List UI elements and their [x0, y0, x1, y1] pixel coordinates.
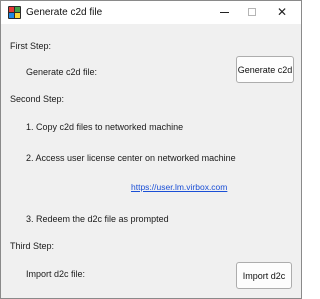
maximize-icon: [248, 8, 256, 16]
close-icon: ✕: [277, 5, 288, 19]
step-item-access: 2. Access user license center on network…: [26, 153, 236, 163]
generate-c2d-label: Generate c2d file:: [26, 67, 98, 77]
third-step-heading: Third Step:: [10, 241, 55, 251]
first-step-heading: First Step:: [10, 41, 52, 51]
license-center-link[interactable]: https://user.lm.virbox.com: [131, 182, 227, 192]
step-item-copy: 1. Copy c2d files to networked machine: [26, 122, 184, 132]
import-d2c-label: Import d2c file:: [26, 269, 86, 279]
step-item-redeem: 3. Redeem the d2c file as prompted: [26, 214, 169, 224]
maximize-button[interactable]: [237, 1, 267, 24]
app-icon: [8, 6, 21, 19]
second-step-heading: Second Step:: [10, 94, 65, 104]
minimize-icon: [220, 12, 229, 13]
dialog-window: Generate c2d file ✕ First Step: Generate…: [0, 0, 302, 299]
close-button[interactable]: ✕: [267, 1, 297, 24]
title-bar: Generate c2d file ✕: [1, 1, 301, 24]
window-title: Generate c2d file: [26, 7, 103, 18]
minimize-button[interactable]: [209, 1, 239, 24]
import-d2c-button[interactable]: Import d2c: [236, 262, 292, 289]
generate-c2d-button[interactable]: Generate c2d: [236, 56, 294, 83]
